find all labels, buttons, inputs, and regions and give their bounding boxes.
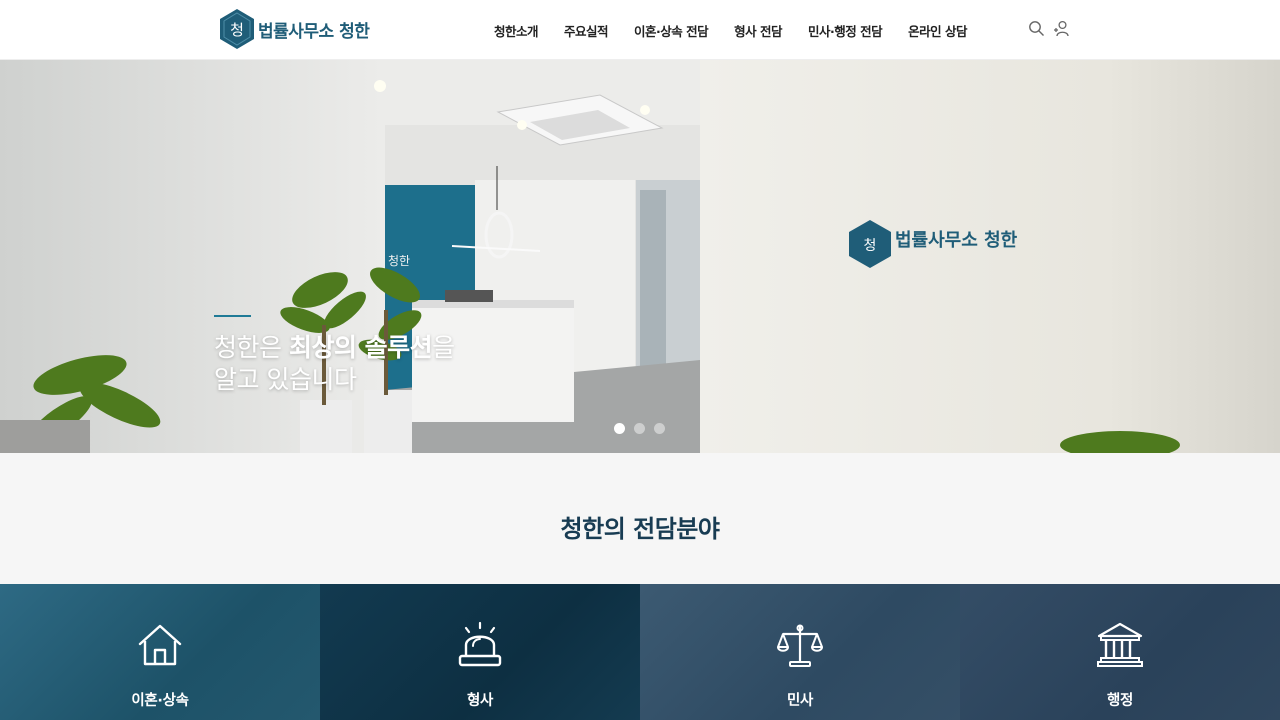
practice-card-divorce-inheritance[interactable]: 이혼·상속 — [0, 584, 320, 720]
site-header: 청 법률사무소 청한 청한소개 주요실적 이혼·상속 전담 형사 전담 민사·행… — [0, 0, 1280, 60]
nav-item-criminal[interactable]: 형사 전담 — [734, 21, 782, 40]
slide-dot-1[interactable] — [614, 423, 625, 434]
hero-banner: 청 법률사무소 청한 청한 청한은 최상의 솔루션을 알고 있습니다 — [0, 60, 1280, 453]
practice-card-administrative[interactable]: 행정 — [960, 584, 1280, 720]
house-icon — [138, 624, 182, 666]
hero-accent-line — [214, 315, 251, 317]
svg-text:청: 청 — [864, 238, 877, 254]
logo-text: 법률사무소 청한 — [258, 21, 370, 42]
practice-label: 민사 — [786, 693, 814, 709]
site-logo[interactable]: 청 법률사무소 청한 — [218, 8, 370, 50]
practice-label: 이혼·상속 — [131, 693, 189, 709]
hero-headline-line2: 알고 있습니다 — [214, 365, 357, 394]
nav-item-civil-administrative[interactable]: 민사·행정 전담 — [808, 21, 883, 40]
practice-card-criminal[interactable]: 형사 — [320, 584, 640, 720]
government-building-icon — [1097, 622, 1143, 667]
slider-pagination — [614, 423, 665, 434]
user-icon[interactable] — [1053, 20, 1070, 37]
section-title: 청한의 전담분야 — [560, 515, 720, 543]
header-icons — [1028, 20, 1070, 37]
hero-headline-pre: 청한은 — [214, 333, 289, 362]
nav-item-online-consult[interactable]: 온라인 상담 — [908, 21, 967, 40]
main-nav: 청한소개 주요실적 이혼·상속 전담 형사 전담 민사·행정 전담 온라인 상담 — [494, 0, 993, 60]
practice-section-header: 청한의 전담분야 — [0, 453, 1280, 584]
nav-item-about[interactable]: 청한소개 — [494, 21, 539, 40]
logo-hexagon-icon: 청 — [220, 9, 254, 49]
practice-area-cards: 이혼·상속 형사 민사 행정 — [0, 584, 1280, 720]
practice-label: 형사 — [466, 693, 494, 709]
practice-label: 행정 — [1106, 693, 1134, 709]
nav-item-achievements[interactable]: 주요실적 — [564, 21, 609, 40]
hero-office-image: 청 법률사무소 청한 청한 — [0, 60, 1280, 453]
hero-headline-bold: 최상의 솔루션 — [288, 333, 433, 362]
siren-icon — [458, 621, 502, 667]
nav-item-divorce-inheritance[interactable]: 이혼·상속 전담 — [634, 21, 709, 40]
desk-sign-text: 청한 — [388, 254, 410, 268]
practice-card-civil[interactable]: 민사 — [640, 584, 960, 720]
slide-dot-2[interactable] — [634, 423, 645, 434]
wall-sign-text: 법률사무소 청한 — [895, 230, 1018, 251]
scales-icon — [777, 624, 823, 667]
search-icon[interactable] — [1028, 20, 1045, 37]
hero-headline-post: 을 — [432, 333, 455, 362]
svg-text:청: 청 — [230, 21, 244, 39]
slide-dot-3[interactable] — [654, 423, 665, 434]
hero-headline: 청한은 최상의 솔루션을 알고 있습니다 — [214, 332, 455, 396]
